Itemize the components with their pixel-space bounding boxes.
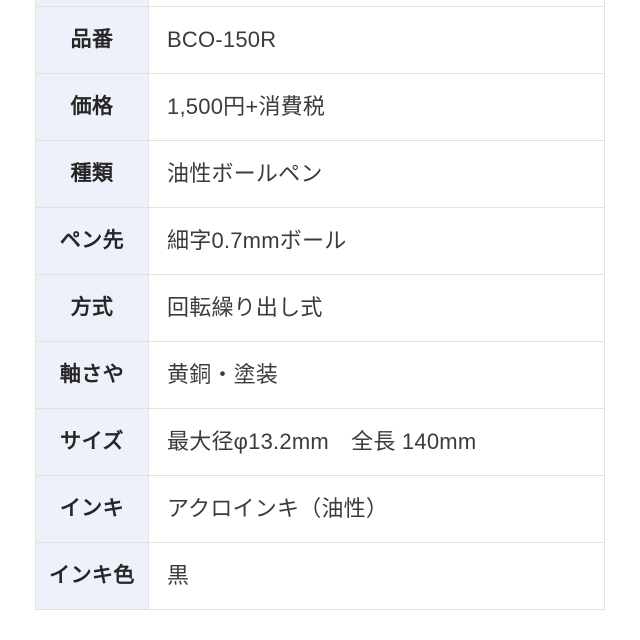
spec-value-size: 最大径φ13.2mm 全長 140mm [148,408,605,476]
spec-table-container: 商品名 コクーン 品番 BCO-150R 価格 1,500円+消費税 種類 油性… [35,0,605,610]
spec-label-price: 価格 [35,73,149,141]
spec-label-barrel: 軸さや [35,341,149,409]
product-spec-table: 商品名 コクーン 品番 BCO-150R 価格 1,500円+消費税 種類 油性… [35,0,605,610]
spec-value-pen-tip: 細字0.7mmボール [148,207,605,275]
spec-label-model-number: 品番 [35,6,149,74]
table-row: インキ色 黒 [35,542,605,610]
spec-value-model-number: BCO-150R [148,6,605,74]
table-row: 種類 油性ボールペン [35,140,605,208]
spec-value-barrel: 黄銅・塗装 [148,341,605,409]
table-row: サイズ 最大径φ13.2mm 全長 140mm [35,408,605,476]
spec-value-price: 1,500円+消費税 [148,73,605,141]
spec-value-ink: アクロインキ（油性） [148,475,605,543]
spec-label-type: 種類 [35,140,149,208]
spec-label-size: サイズ [35,408,149,476]
table-row: インキ アクロインキ（油性） [35,475,605,543]
table-row: 品番 BCO-150R [35,6,605,74]
table-row: ペン先 細字0.7mmボール [35,207,605,275]
table-row: 軸さや 黄銅・塗装 [35,341,605,409]
spec-value-type: 油性ボールペン [148,140,605,208]
spec-value-ink-color: 黒 [148,542,605,610]
spec-label-mechanism: 方式 [35,274,149,342]
spec-label-ink-color: インキ色 [35,542,149,610]
spec-value-mechanism: 回転繰り出し式 [148,274,605,342]
table-row: 方式 回転繰り出し式 [35,274,605,342]
product-spec-page: 商品名 コクーン 品番 BCO-150R 価格 1,500円+消費税 種類 油性… [0,0,640,640]
spec-label-ink: インキ [35,475,149,543]
spec-table-body: 商品名 コクーン 品番 BCO-150R 価格 1,500円+消費税 種類 油性… [35,0,605,610]
spec-label-pen-tip: ペン先 [35,207,149,275]
table-row: 価格 1,500円+消費税 [35,73,605,141]
